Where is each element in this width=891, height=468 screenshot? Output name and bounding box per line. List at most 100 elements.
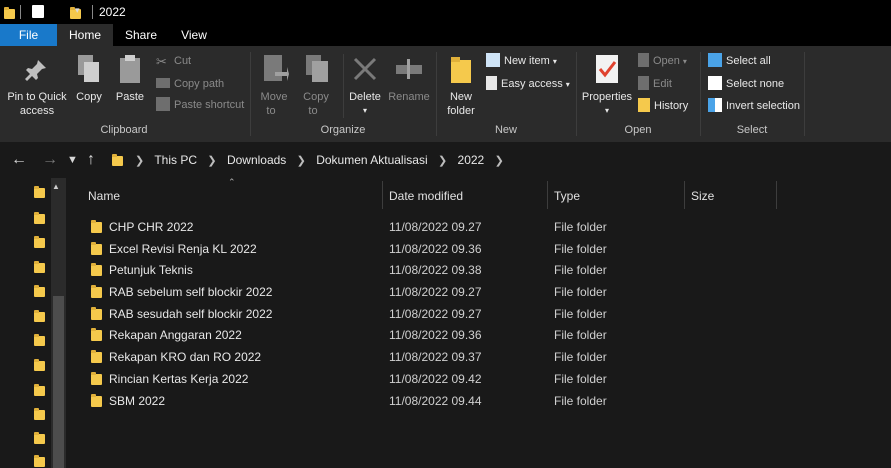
nav-scrollbar-thumb[interactable]: [53, 296, 64, 468]
column-divider[interactable]: [382, 181, 383, 209]
file-name: Excel Revisi Renja KL 2022: [109, 242, 257, 256]
paste-label: Paste: [115, 91, 145, 103]
select-all-button[interactable]: Select all: [708, 52, 771, 70]
breadcrumb-chevron-icon[interactable]: ❯: [438, 155, 447, 167]
tab-home[interactable]: Home: [57, 24, 113, 46]
group-open: Open: [624, 124, 652, 136]
breadcrumb-dokumen-aktualisasi[interactable]: Dokumen Aktualisasi: [316, 153, 427, 167]
delete-chevron-icon[interactable]: ▾: [358, 104, 372, 117]
tab-view[interactable]: View: [169, 24, 219, 46]
properties-chevron-icon[interactable]: ▾: [600, 104, 614, 117]
divider: [343, 54, 344, 118]
column-header-size[interactable]: Size: [691, 181, 714, 211]
tab-file[interactable]: File: [0, 24, 57, 46]
group-separator: [436, 52, 437, 136]
file-date: 11/08/2022 09.36: [389, 328, 482, 342]
history-button[interactable]: History: [638, 97, 688, 115]
nav-folder-icon[interactable]: [34, 261, 45, 273]
edit-button[interactable]: Edit: [638, 75, 672, 93]
column-header-type[interactable]: Type: [554, 181, 580, 211]
group-separator: [576, 52, 577, 136]
breadcrumb-chevron-icon[interactable]: ❯: [207, 155, 216, 167]
nav-folder-icon[interactable]: [34, 186, 45, 198]
folder-icon: [91, 394, 102, 407]
new-item-label: New item: [504, 55, 550, 67]
nav-folder-icon[interactable]: [34, 285, 45, 297]
table-row[interactable]: Rincian Kertas Kerja 2022 11/08/2022 09.…: [85, 368, 745, 390]
table-row[interactable]: Excel Revisi Renja KL 2022 11/08/2022 09…: [85, 238, 745, 260]
select-none-label: Select none: [726, 78, 785, 90]
new-item-button[interactable]: New item ▾: [486, 52, 557, 70]
file-name: RAB sebelum self blockir 2022: [109, 285, 273, 299]
breadcrumb-chevron-icon[interactable]: ❯: [297, 155, 306, 167]
file-name: CHP CHR 2022: [109, 220, 194, 234]
breadcrumb-downloads[interactable]: Downloads: [227, 153, 286, 167]
group-new: New: [494, 124, 517, 136]
nav-folder-icon[interactable]: [34, 408, 45, 420]
scroll-up-arrow-icon[interactable]: ▲: [52, 182, 60, 191]
breadcrumb-chevron-icon[interactable]: ❯: [495, 155, 504, 167]
table-row[interactable]: RAB sesudah self blockir 2022 11/08/2022…: [85, 303, 745, 325]
scissors-icon: ✂: [156, 54, 167, 70]
table-row[interactable]: SBM 2022 11/08/2022 09.44 File folder: [85, 390, 745, 412]
file-name: Rincian Kertas Kerja 2022: [109, 372, 249, 386]
tab-share[interactable]: Share: [113, 24, 169, 46]
history-icon: [638, 98, 650, 113]
breadcrumb-this-pc[interactable]: This PC: [154, 153, 197, 167]
folder-icon: [91, 220, 102, 233]
easy-access-icon: [486, 76, 497, 91]
select-none-button[interactable]: Select none: [708, 75, 784, 93]
invert-selection-button[interactable]: Invert selection: [708, 97, 800, 115]
clipboard-icon: [120, 55, 140, 83]
breadcrumb-chevron-icon[interactable]: ❯: [135, 155, 144, 167]
column-header-name[interactable]: Name: [88, 181, 120, 211]
column-divider[interactable]: [547, 181, 548, 209]
table-row[interactable]: Rekapan Anggaran 2022 11/08/2022 09.36 F…: [85, 324, 745, 346]
cut-button[interactable]: ✂ Cut: [156, 52, 191, 70]
nav-folder-icon[interactable]: [34, 359, 45, 371]
file-date: 11/08/2022 09.38: [389, 263, 482, 277]
nav-folder-icon[interactable]: [34, 212, 45, 224]
nav-folder-icon[interactable]: [34, 432, 45, 444]
group-separator: [700, 52, 701, 136]
nav-folder-icon[interactable]: [34, 310, 45, 322]
ribbon-tabs: File Home Share View: [0, 24, 891, 46]
table-row[interactable]: RAB sebelum self blockir 2022 11/08/2022…: [85, 281, 745, 303]
select-none-icon: [708, 76, 722, 91]
column-header-date-modified[interactable]: Date modified: [389, 181, 463, 211]
file-name: Petunjuk Teknis: [109, 263, 193, 277]
forward-arrow-icon[interactable]: →: [42, 142, 58, 178]
chevron-down-icon: ▾: [682, 57, 687, 66]
file-type: File folder: [554, 372, 607, 386]
folder-icon: [91, 307, 102, 320]
copy-path-button[interactable]: Copy path: [156, 75, 224, 93]
up-arrow-icon[interactable]: ↑: [87, 142, 95, 178]
table-row[interactable]: Rekapan KRO dan RO 2022 11/08/2022 09.37…: [85, 346, 745, 368]
column-divider[interactable]: [776, 181, 777, 209]
nav-folder-icon[interactable]: [34, 334, 45, 346]
rename-icon: [396, 59, 422, 79]
folder-icon: [91, 242, 102, 255]
back-arrow-icon[interactable]: ←: [11, 142, 27, 178]
paste-shortcut-label: Paste shortcut: [174, 99, 245, 111]
paste-shortcut-button[interactable]: Paste shortcut: [156, 96, 244, 114]
nav-folder-icon[interactable]: [34, 236, 45, 248]
table-row[interactable]: Petunjuk Teknis 11/08/2022 09.38 File fo…: [85, 259, 745, 281]
ribbon: Pin to Quick access Copy Paste ✂ Cut Copy…: [0, 46, 891, 142]
copy-to-icon: [306, 55, 328, 82]
copy-path-label: Copy path: [174, 78, 225, 90]
folder-icon: [91, 263, 102, 276]
properties-quick-icon[interactable]: [32, 5, 44, 18]
file-date: 11/08/2022 09.27: [389, 307, 482, 321]
easy-access-button[interactable]: Easy access ▾: [486, 75, 570, 93]
recent-locations-chevron-icon[interactable]: ▼: [67, 142, 78, 178]
breadcrumb-2022[interactable]: 2022: [458, 153, 485, 167]
customize-quick-access-chevron-icon[interactable]: ▾: [75, 5, 80, 16]
nav-folder-icon[interactable]: [34, 455, 45, 467]
group-organize: Organize: [320, 124, 366, 136]
column-divider[interactable]: [684, 181, 685, 209]
open-button[interactable]: Open ▾: [638, 52, 687, 70]
nav-folder-icon[interactable]: [34, 384, 45, 396]
copy-to-label-line2: to: [308, 105, 318, 117]
table-row[interactable]: CHP CHR 2022 11/08/2022 09.27 File folde…: [85, 216, 745, 238]
